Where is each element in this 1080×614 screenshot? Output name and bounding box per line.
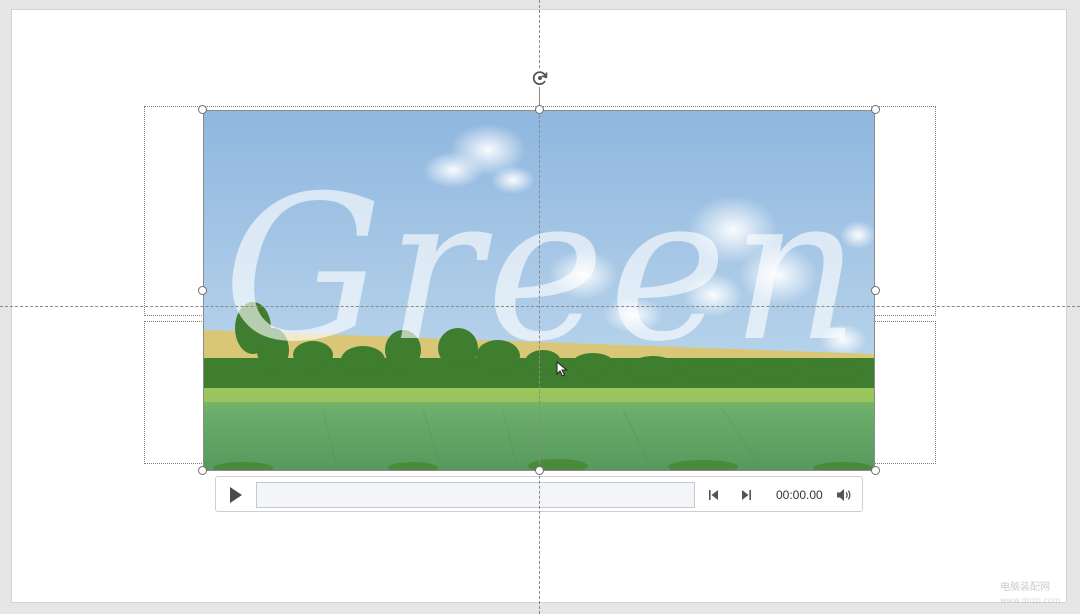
rotate-handle-icon[interactable]: [529, 67, 551, 89]
resize-handle-top-right[interactable]: [871, 105, 880, 114]
volume-icon[interactable]: [835, 487, 853, 503]
skip-back-icon[interactable]: [707, 488, 721, 502]
resize-handle-top-left[interactable]: [198, 105, 207, 114]
seek-bar[interactable]: [256, 482, 695, 508]
editor-canvas: Green 00:00.00 电脑装配网 www.dnzp.com: [0, 0, 1080, 614]
resize-handle-left[interactable]: [198, 286, 207, 295]
skip-forward-icon[interactable]: [739, 488, 753, 502]
resize-handle-top[interactable]: [535, 105, 544, 114]
watermark-line2: www.dnzp.com: [1000, 596, 1061, 605]
play-icon[interactable]: [224, 484, 246, 506]
horizontal-smart-guide: [0, 306, 1080, 307]
resize-handle-bottom-left[interactable]: [198, 466, 207, 475]
watermark-line1: 电脑装配网: [1000, 580, 1050, 593]
watermark-logo: 电脑装配网 www.dnzp.com: [998, 578, 1072, 608]
resize-handle-bottom[interactable]: [535, 466, 544, 475]
time-display: 00:00.00: [776, 488, 823, 502]
resize-handle-bottom-right[interactable]: [871, 466, 880, 475]
video-overlay-text: Green: [223, 153, 864, 386]
resize-handle-right[interactable]: [871, 286, 880, 295]
mouse-cursor-icon: [556, 360, 568, 377]
